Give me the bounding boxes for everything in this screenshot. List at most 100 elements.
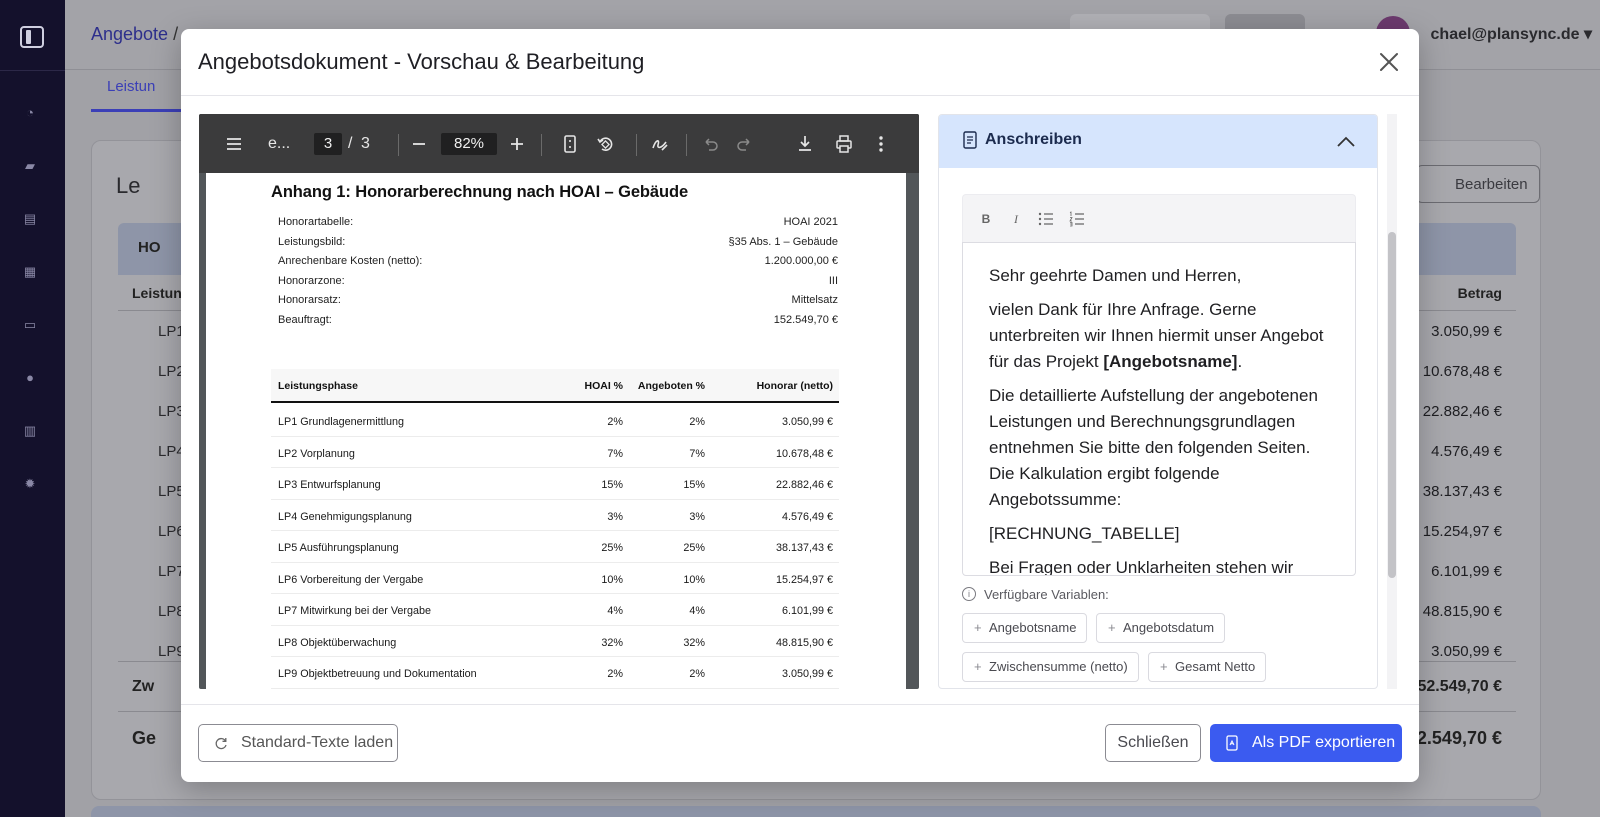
breadcrumb-root[interactable]: Angebote xyxy=(91,24,168,44)
zoom-in-icon[interactable] xyxy=(507,133,527,155)
modal-header: Angebotsdokument - Vorschau & Bearbeitun… xyxy=(181,29,1419,96)
rich-text-toolbar: B I xyxy=(962,194,1356,242)
anschreiben-editor[interactable]: Sehr geehrte Damen und Herren, vielen Da… xyxy=(962,242,1356,576)
page-number-input[interactable]: 3 xyxy=(314,133,342,155)
print-icon[interactable] xyxy=(834,133,854,155)
pdf-table-row: LP2 Vorplanung 7% 7% 10.678,48 € xyxy=(271,437,839,468)
document-icon[interactable]: ▤ xyxy=(22,212,38,226)
modal-title: Angebotsdokument - Vorschau & Bearbeitun… xyxy=(198,49,645,74)
numbered-list-icon[interactable] xyxy=(1068,211,1086,227)
edit-button[interactable]: Bearbeiten xyxy=(1416,165,1540,203)
subtotal-label: Zw xyxy=(132,678,155,695)
editor-paragraph-1: vielen Dank für Ihre Anfrage. Gerne unte… xyxy=(989,297,1329,375)
download-icon[interactable] xyxy=(795,133,815,155)
cell-offered-percent: 2% xyxy=(689,668,705,680)
redo-icon[interactable] xyxy=(736,133,754,155)
cell-phase: LP4 Genehmigungsplanung xyxy=(278,510,412,523)
sidebar-toggle-icon[interactable] xyxy=(20,26,44,48)
anschreiben-accordion-header[interactable]: Anschreiben xyxy=(939,115,1377,168)
sidebar-divider xyxy=(0,70,65,71)
cell-phase: LP8 Objektüberwachung xyxy=(278,636,397,649)
cell-hoai-percent: 32% xyxy=(601,636,623,649)
menu-icon[interactable] xyxy=(224,133,244,155)
export-pdf-label: Als PDF exportieren xyxy=(1252,734,1396,751)
pdf-info-row: Honorartabelle: HOAI 2021 xyxy=(278,216,838,232)
pdf-info-row: Beauftragt: 152.549,70 € xyxy=(278,314,838,330)
draw-icon[interactable] xyxy=(650,133,670,155)
variable-chip-angebotsdatum[interactable]: Angebotsdatum xyxy=(1096,613,1226,643)
cell-phase: LP9 Objektbetreuung und Dokumentation xyxy=(278,668,477,680)
cell-phase: LP5 Ausführungsplanung xyxy=(278,542,399,554)
undo-icon[interactable] xyxy=(701,133,719,155)
close-button[interactable]: Schließen xyxy=(1105,724,1201,762)
pdf-table-row: LP3 Entwurfsplanung 15% 15% 22.882,46 € xyxy=(271,468,839,500)
page-separator: / xyxy=(348,135,353,152)
pdf-info-value: 1.200.000,00 € xyxy=(764,255,838,267)
pdf-table-row: LP8 Objektüberwachung 32% 32% 48.815,90 € xyxy=(271,626,839,657)
load-default-texts-button[interactable]: Standard-Texte laden xyxy=(198,724,398,762)
folder-icon[interactable]: ▰ xyxy=(22,159,38,173)
building-icon[interactable]: ▥ xyxy=(22,424,38,438)
contacts-icon[interactable]: ▦ xyxy=(22,265,38,279)
users-icon[interactable]: ● xyxy=(22,371,38,385)
document-icon xyxy=(963,131,977,149)
pdf-table-row: LP5 Ausführungsplanung 25% 25% 38.137,43 € xyxy=(271,531,839,563)
modal-scrollbar-thumb[interactable] xyxy=(1388,232,1396,578)
pdf-info-value: Mittelsatz xyxy=(791,294,838,306)
cell-fee: 48.815,90 € xyxy=(775,636,833,649)
more-options-icon[interactable] xyxy=(875,133,887,155)
cell-offered-percent: 15% xyxy=(683,479,705,491)
calendar-icon[interactable]: ▭ xyxy=(22,318,38,332)
cell-offered-percent: 25% xyxy=(683,542,705,554)
italic-button[interactable]: I xyxy=(1007,211,1025,227)
toolbar-divider xyxy=(541,134,542,156)
dashboard-icon[interactable]: ◔ xyxy=(22,106,38,120)
document-preview-modal: Angebotsdokument - Vorschau & Bearbeitun… xyxy=(181,29,1419,782)
section-label: HO xyxy=(138,239,161,256)
pdf-info-key: Honorartabelle: xyxy=(278,216,354,228)
load-default-texts-label: Standard-Texte laden xyxy=(241,734,394,751)
pdf-table-row: LP7 Mitwirkung bei der Vergabe 4% 4% 6.101,… xyxy=(271,594,839,626)
cell-hoai-percent: 15% xyxy=(601,479,623,491)
pdf-info-key: Leistungsbild: xyxy=(278,236,346,248)
editor-greeting: Sehr geehrte Damen und Herren, xyxy=(989,266,1242,285)
bullet-list-icon[interactable] xyxy=(1037,211,1055,227)
close-icon[interactable] xyxy=(1375,48,1403,76)
cell-fee: 3.050,99 € xyxy=(781,416,833,428)
fit-page-icon[interactable] xyxy=(561,133,579,155)
total-label: Ge xyxy=(132,728,157,748)
pdf-file-icon xyxy=(1226,735,1238,751)
editor-paragraph-2: Die detaillierte Aufstellung der angebot… xyxy=(989,386,1318,509)
bold-button[interactable]: B xyxy=(977,211,995,227)
page-total: 3 xyxy=(361,135,370,152)
settings-gear-icon[interactable]: ✹ xyxy=(22,477,38,491)
editor-paragraph-1-end: . xyxy=(1237,352,1243,371)
row-amount: 22.882,46 € xyxy=(1422,403,1502,420)
cell-offered-percent: 4% xyxy=(689,605,705,617)
rotate-icon[interactable] xyxy=(595,133,615,155)
variable-chip-angebotsname[interactable]: Angebotsname xyxy=(962,613,1088,643)
reload-icon xyxy=(215,737,227,750)
chevron-up-icon[interactable] xyxy=(1335,131,1357,153)
zoom-out-icon[interactable] xyxy=(409,133,429,155)
cell-phase: LP2 Vorplanung xyxy=(278,447,355,460)
variable-chip-zwischensumme[interactable]: Zwischensumme (netto) xyxy=(962,652,1139,682)
zoom-level-input[interactable]: 82% xyxy=(441,133,497,155)
pdf-doc-title: e... xyxy=(268,135,291,152)
modal-footer: Standard-Texte laden Schließen Als PDF e… xyxy=(181,704,1419,782)
cell-hoai-percent: 3% xyxy=(607,510,623,523)
pdf-table-row: LP4 Genehmigungsplanung 3% 3% 4.576,49 € xyxy=(271,500,839,531)
pdf-info-row: Honorarzone: III xyxy=(278,275,838,291)
variable-chip-gesamt-netto[interactable]: Gesamt Netto xyxy=(1148,652,1267,682)
th-hoai-percent: HOAI % xyxy=(584,380,623,392)
th-honorar: Honorar (netto) xyxy=(756,380,833,392)
anschreiben-panel: Anschreiben B I Sehr geehrte Damen und H… xyxy=(938,114,1378,689)
pdf-info-value: III xyxy=(828,275,838,287)
cell-fee: 22.882,46 € xyxy=(775,479,833,491)
pdf-info-row: Anrechenbare Kosten (netto): 1.200.000,00… xyxy=(278,255,838,271)
export-pdf-button[interactable]: Als PDF exportieren xyxy=(1210,724,1402,762)
pdf-viewer: e... 3 / 3 82% Anhang 1: Honorarberechnu… xyxy=(199,114,919,689)
pdf-table-header: Leistungsphase HOAI % Angeboten % Honora… xyxy=(271,369,839,403)
cell-phase: LP7 Mitwirkung bei der Vergabe xyxy=(278,605,432,617)
user-email-menu[interactable]: chael@plansync.de ▾ xyxy=(1431,24,1592,44)
